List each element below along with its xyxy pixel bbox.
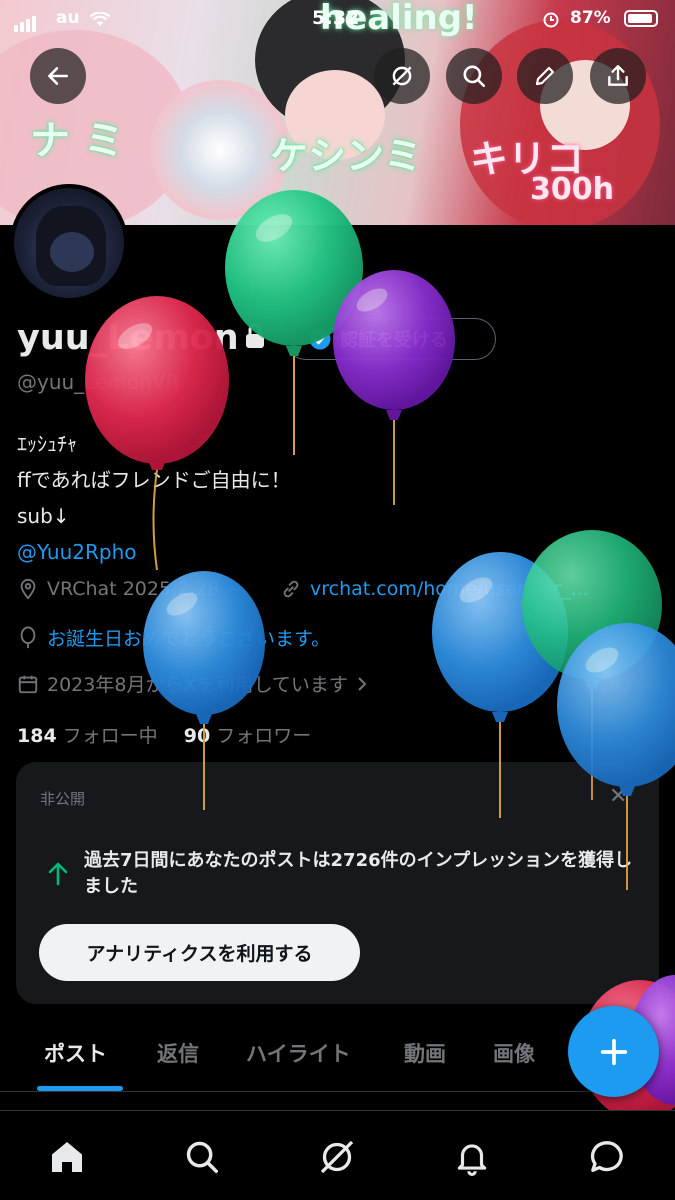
grok-icon (320, 1140, 354, 1174)
nav-grok[interactable] (315, 1135, 359, 1179)
banner-art-text: ナ ミ (30, 118, 124, 164)
wifi-icon (90, 12, 110, 26)
tab-highlights[interactable]: ハイライト (246, 1038, 351, 1068)
balloon-green (522, 530, 662, 800)
bio-mention-link[interactable]: @Yuu2Rpho (17, 534, 291, 570)
calendar-icon (18, 675, 38, 693)
balloon-purple (333, 270, 455, 505)
edit-profile-button[interactable] (517, 48, 573, 104)
edit-icon (535, 66, 555, 86)
nav-notifications[interactable] (450, 1135, 494, 1179)
banner-art-text: ケシンミ (270, 134, 423, 178)
location-text: VRChat 2025.2.28 ~ (47, 578, 242, 600)
home-icon (52, 1142, 82, 1172)
avatar[interactable] (10, 184, 128, 302)
alarm-icon (543, 12, 559, 28)
tab-replies[interactable]: 返信 (157, 1038, 199, 1068)
clock: 5:32 (312, 7, 360, 29)
card-private-label: 非公開 (40, 790, 86, 808)
birthday-text: お誕生日おめでとうございます。 (47, 628, 331, 650)
search-button[interactable] (446, 48, 502, 104)
following-link[interactable]: 184 フォロー中 (17, 725, 158, 747)
tab-posts[interactable]: ポスト (44, 1038, 107, 1068)
card-close-button[interactable]: ✕ (609, 784, 627, 809)
nav-search[interactable] (180, 1135, 224, 1179)
get-verified-button[interactable]: 認証を受ける (285, 318, 496, 360)
compose-post-button[interactable] (568, 1006, 659, 1097)
tab-videos[interactable]: 動画 (404, 1038, 446, 1068)
lock-icon (246, 323, 264, 348)
user-handle: @yuu_LemonVR (17, 370, 180, 394)
share-icon (608, 65, 628, 86)
location-item: VRChat 2025.2.28 ~ (17, 578, 241, 600)
followers-count: 90 (183, 725, 211, 747)
location-pin-icon (20, 578, 36, 600)
nav-home[interactable] (45, 1135, 89, 1179)
follow-stats: 184 フォロー中 90 フォロワー (17, 721, 311, 748)
nav-messages[interactable] (585, 1135, 629, 1179)
grok-icon (392, 66, 412, 86)
chevron-right-icon (358, 676, 367, 691)
bio-line: ｴｯｼｭﾁｬ (17, 432, 77, 456)
website-item[interactable]: vrchat.com/home/user/usr_... (280, 578, 589, 600)
bottom-navigation (0, 1110, 675, 1200)
followers-link[interactable]: 90 フォロワー (184, 725, 311, 747)
search-icon (186, 1141, 218, 1173)
bio-line: ffであればフレンドご自由に！ (17, 468, 291, 492)
joined-text: 2023年8月からXを利用しています (47, 674, 348, 696)
analytics-button[interactable]: アナリティクスを利用する (39, 924, 360, 981)
battery-icon (624, 10, 658, 27)
bio-line: sub↓ (17, 504, 70, 528)
plus-icon (600, 1038, 627, 1065)
link-icon (283, 580, 299, 598)
search-icon (463, 65, 486, 88)
joined-item[interactable]: 2023年8月からXを利用しています (17, 670, 376, 697)
banner-art-text: 300h (530, 172, 614, 207)
share-button[interactable] (590, 48, 646, 104)
tabs-divider (0, 1091, 675, 1092)
back-button[interactable] (30, 48, 86, 104)
analytics-card: 非公開 ✕ 過去7日間にあなたのポストは2726件のインプレッションを獲得しまし… (16, 762, 659, 1004)
carrier-label: au (56, 8, 80, 28)
get-verified-label: 認証を受ける (340, 330, 448, 351)
arrow-up-icon (48, 862, 68, 886)
following-label: フォロー中 (62, 725, 158, 747)
back-icon (48, 67, 68, 85)
notifications-icon (457, 1144, 487, 1176)
status-bar: au 5:32 87% (0, 0, 675, 40)
profile-bio: ｴｯｼｭﾁｬ ffであればフレンドご自由に！ sub↓ @Yuu2Rpho (17, 426, 291, 570)
balloon-icon (20, 626, 36, 648)
grok-button[interactable] (374, 48, 430, 104)
messages-icon (590, 1141, 623, 1172)
following-count: 184 (17, 725, 57, 747)
signal-icon (14, 12, 38, 32)
birthday-item: お誕生日おめでとうございます。 (17, 624, 330, 651)
tab-media[interactable]: 画像 (493, 1038, 535, 1068)
battery-percent: 87% (570, 8, 611, 28)
display-name: yuu_Lemon (17, 318, 239, 358)
followers-label: フォロワー (216, 725, 312, 747)
card-impressions-text: 過去7日間にあなたのポストは2726件のインプレッションを獲得しました (84, 850, 633, 897)
verified-badge-icon (309, 328, 331, 350)
website-link[interactable]: vrchat.com/home/user/usr_... (310, 578, 589, 600)
